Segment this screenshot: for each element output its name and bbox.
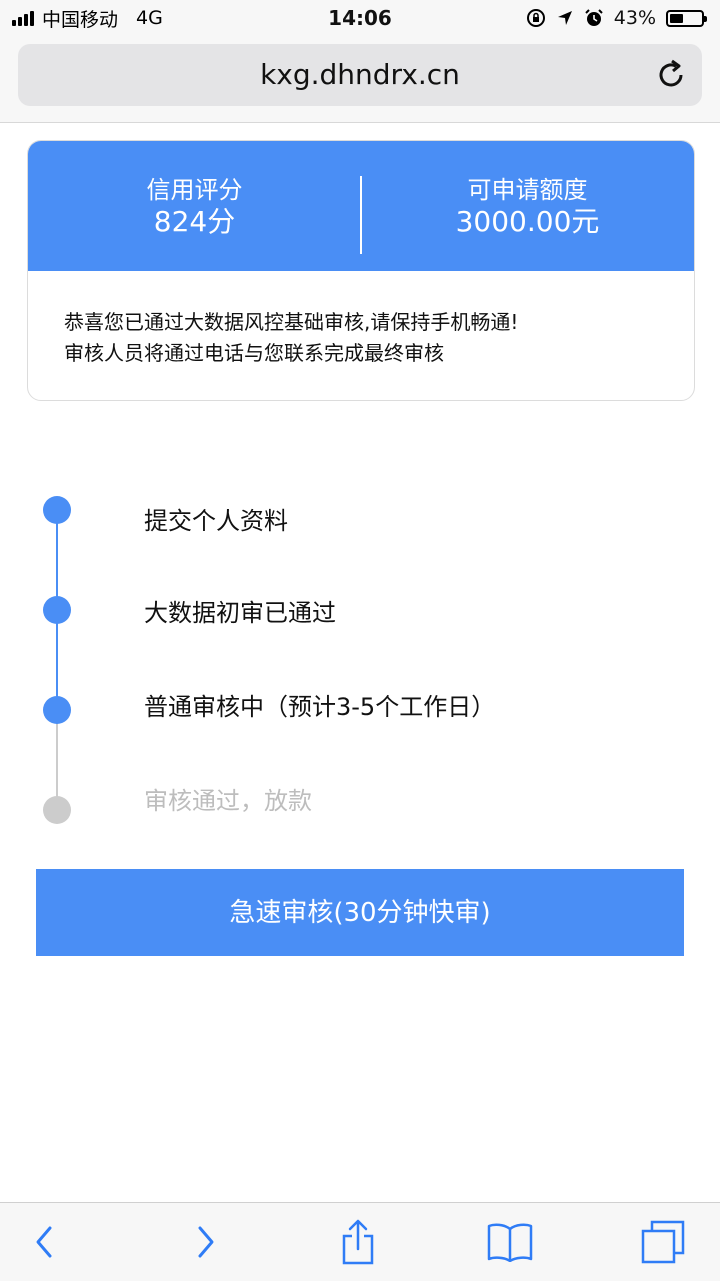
credit-score-block: 信用评分 824分 <box>28 175 361 239</box>
location-icon <box>557 11 572 25</box>
timeline-dot-step-3 <box>43 696 71 724</box>
reload-icon[interactable] <box>654 58 688 92</box>
url-field[interactable]: kxg.dhndrx.cn <box>18 44 702 106</box>
timeline-dot-step-2 <box>43 596 71 624</box>
share-icon <box>342 1219 374 1265</box>
chevron-left-icon <box>36 1226 52 1258</box>
timeline-step-1: 提交个人资料 <box>144 507 288 535</box>
url-text[interactable]: kxg.dhndrx.cn <box>18 58 702 91</box>
orientation-lock-icon <box>526 9 545 27</box>
review-message: 恭喜您已通过大数据风控基础审核,请保持手机畅通! 审核人员将通过电话与您联系完成… <box>64 307 664 369</box>
express-review-button[interactable]: 急速审核(30分钟快审) <box>36 869 684 956</box>
timeline-step-3: 普通审核中（预计3-5个工作日） <box>144 693 496 721</box>
battery-percent: 43% <box>613 7 656 29</box>
credit-limit-block: 可申请额度 3000.00元 <box>361 175 694 239</box>
status-bar: 中国移动 4G 14:06 43% <box>0 0 720 36</box>
timeline-dot-step-4 <box>43 796 71 824</box>
bookmarks-button[interactable] <box>485 1217 535 1267</box>
review-message-line-2: 审核人员将通过电话与您联系完成最终审核 <box>64 341 444 365</box>
tabs-button[interactable] <box>638 1217 688 1267</box>
browser-address-bar: kxg.dhndrx.cn <box>0 36 720 123</box>
timeline-step-4: 审核通过，放款 <box>144 787 312 815</box>
credit-limit-value: 3000.00元 <box>455 205 600 238</box>
timeline-dot-step-1 <box>43 496 71 524</box>
timeline-connector-pending <box>56 710 58 810</box>
tabs-icon <box>641 1220 685 1264</box>
review-progress-timeline: 提交个人资料 大数据初审已通过 普通审核中（预计3-5个工作日） 审核通过，放款 <box>0 480 720 840</box>
credit-score-label: 信用评分 <box>146 176 243 204</box>
alarm-icon <box>585 9 603 26</box>
browser-toolbar <box>0 1202 720 1281</box>
credit-score-value: 824分 <box>153 205 236 238</box>
forward-button[interactable] <box>180 1217 230 1267</box>
battery-icon <box>666 9 707 27</box>
card-header: 信用评分 824分 可申请额度 3000.00元 <box>28 141 694 271</box>
review-message-line-1: 恭喜您已通过大数据风控基础审核,请保持手机畅通! <box>64 310 519 334</box>
status-bar-right: 43% <box>526 6 707 30</box>
share-button[interactable] <box>333 1217 383 1267</box>
back-button[interactable] <box>20 1217 70 1267</box>
timeline-step-2: 大数据初审已通过 <box>144 599 336 627</box>
chevron-right-icon <box>198 1226 214 1258</box>
book-icon <box>487 1223 533 1262</box>
credit-limit-label: 可申请额度 <box>467 176 588 204</box>
credit-score-card: 信用评分 824分 可申请额度 3000.00元 恭喜您已通过大数据风控基础审核… <box>27 140 695 401</box>
